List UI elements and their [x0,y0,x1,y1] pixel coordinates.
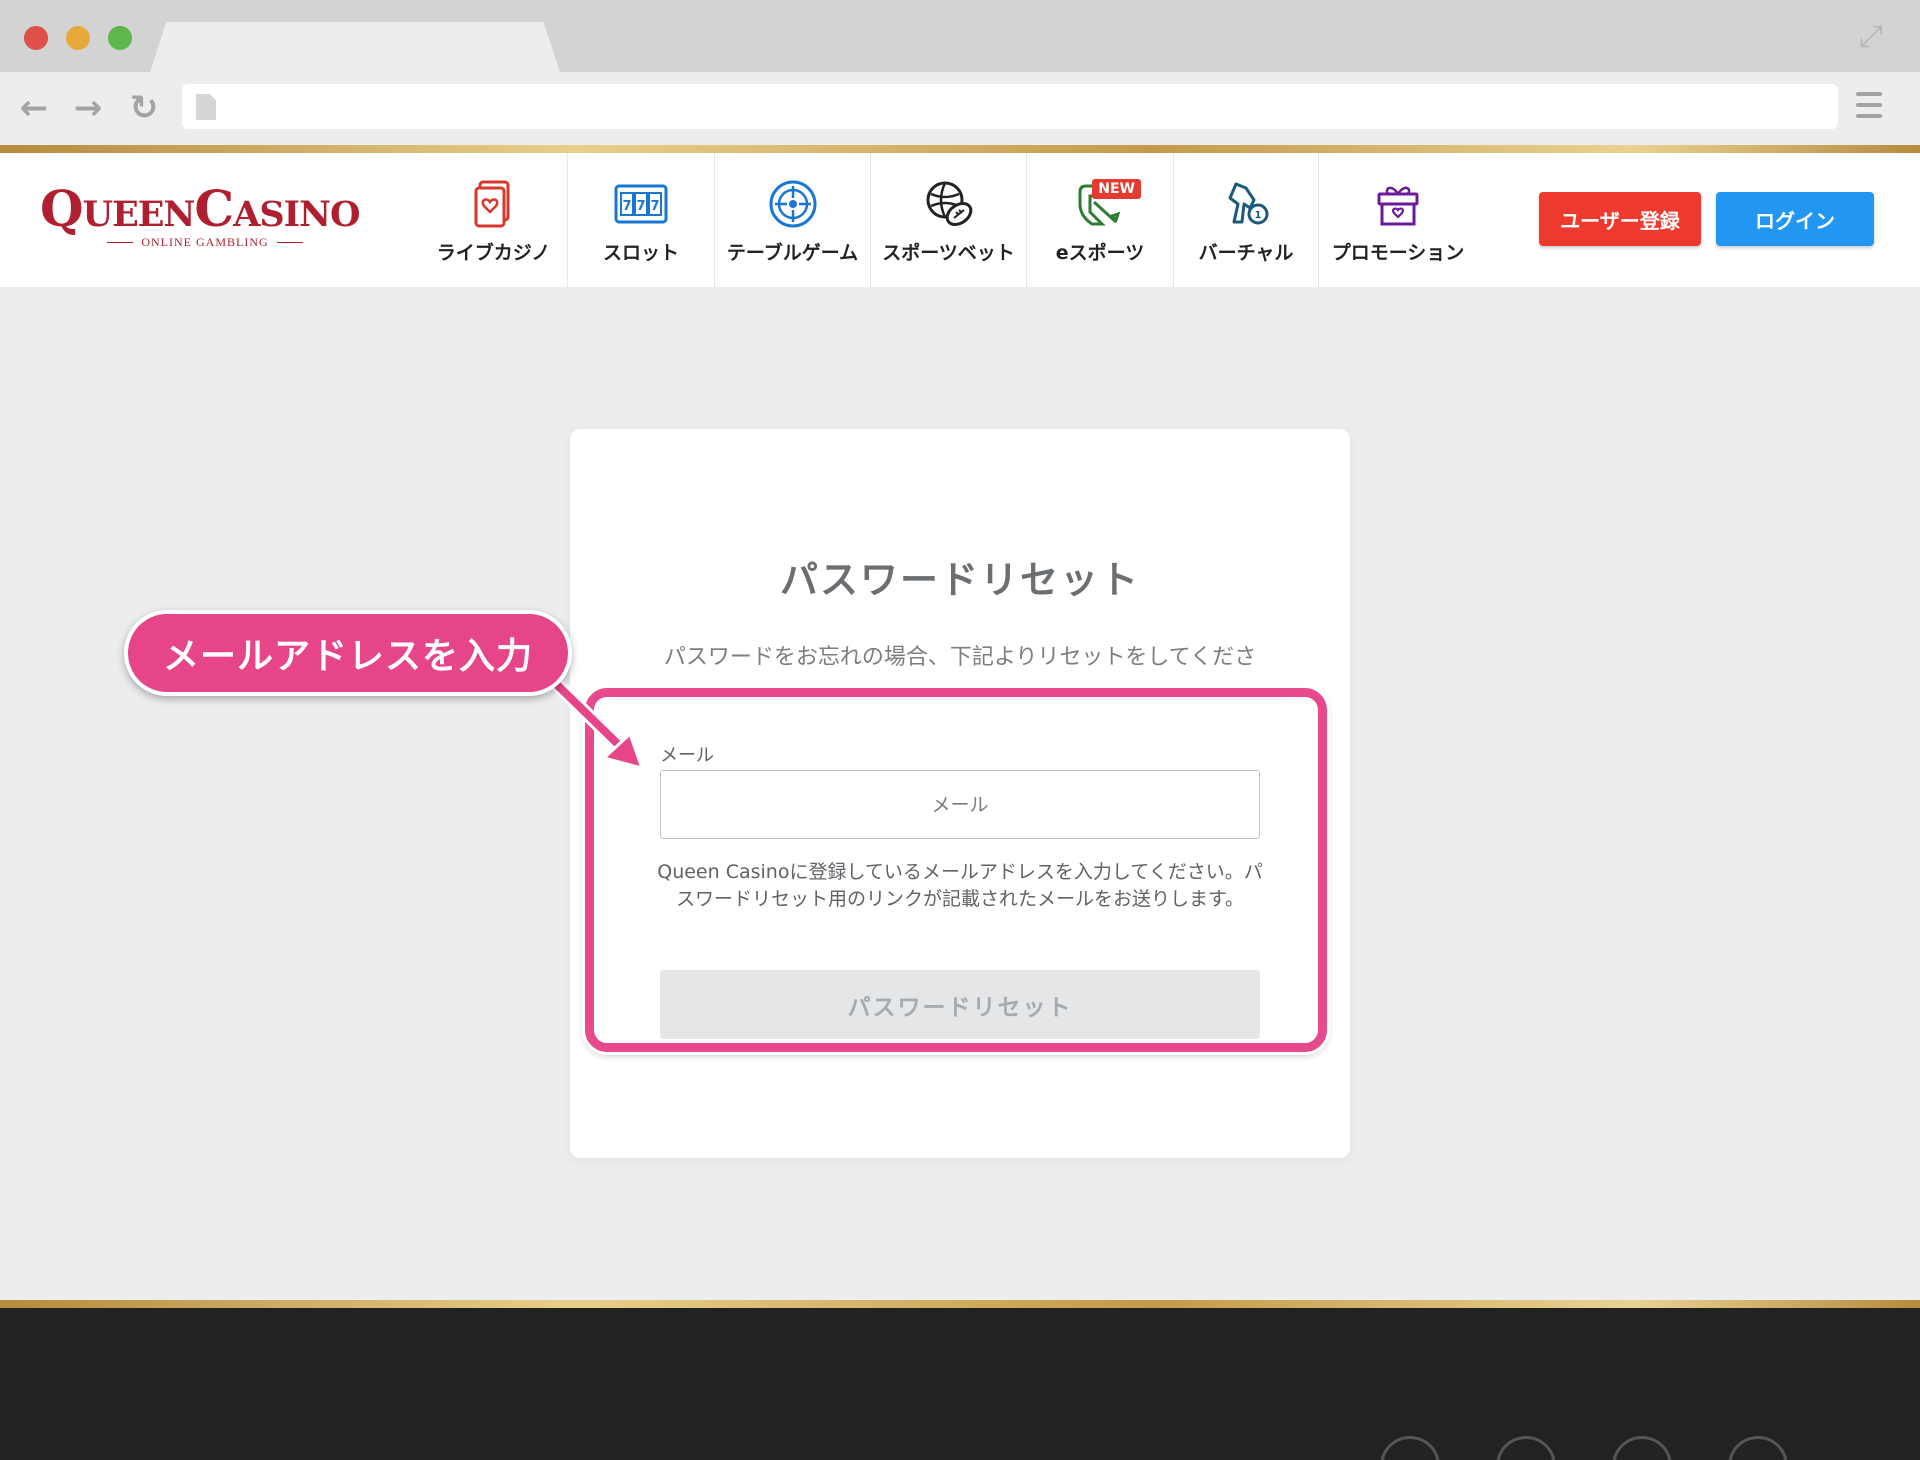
page-title: パスワードリセット [779,558,1140,602]
nav-item-promotion[interactable]: プロモーション [1319,153,1477,287]
logo-text: QueenCasino [40,179,361,238]
browser-chrome: ⤢ ← → ↻ [0,0,1920,145]
browser-tab[interactable] [150,22,560,72]
nav-item-live-casino[interactable]: ライブカジノ [420,153,568,287]
nav-label: ライブカジノ [436,241,551,264]
svg-text:1: 1 [1255,210,1262,221]
footer-gold-line [0,1300,1920,1308]
svg-text:7: 7 [650,199,659,214]
nav-label: プロモーション [1331,241,1465,264]
nav-item-slots[interactable]: 777 スロット [568,153,715,287]
svg-text:7: 7 [636,199,645,214]
site-footer [0,1308,1920,1460]
nav-label: eスポーツ [1055,241,1145,264]
reload-icon[interactable]: ↻ [124,88,164,128]
page-icon [196,94,216,120]
window-controls [24,26,132,50]
card-heart-icon [466,176,522,232]
minimize-window-button[interactable] [66,26,90,50]
fullscreen-icon[interactable]: ⤢ [1854,20,1888,54]
header-gold-line [0,145,1920,153]
footer-icon[interactable] [1380,1436,1440,1460]
annotation-highlight-box [585,688,1327,1052]
new-badge: NEW [1092,179,1141,199]
queen-casino-logo[interactable]: QueenCasino ONLINE GAMBLING [40,181,380,251]
nav-item-esports[interactable]: eスポーツ NEW [1027,153,1174,287]
nav-label: テーブルゲーム [726,241,859,264]
svg-text:7: 7 [622,199,631,214]
close-window-button[interactable] [24,26,48,50]
address-bar[interactable] [182,84,1838,129]
back-arrow-icon[interactable]: ← [14,88,54,128]
site-header: QueenCasino ONLINE GAMBLING ライブカジノ 777 ス… [0,153,1920,287]
annotation-callout: メールアドレスを入力 [124,610,572,696]
maximize-window-button[interactable] [108,26,132,50]
virtual-horse-icon: 1 [1218,176,1274,232]
footer-icon[interactable] [1496,1436,1556,1460]
footer-icon[interactable] [1612,1436,1672,1460]
register-button[interactable]: ユーザー登録 [1539,192,1701,246]
nav-label: スロット [602,241,679,264]
forward-arrow-icon[interactable]: → [68,88,108,128]
roulette-icon [765,176,821,232]
main-nav: ライブカジノ 777 スロット テーブルゲーム スポーツベット eスポーツ NE… [420,153,1477,287]
login-button[interactable]: ログイン [1716,192,1874,246]
browser-menu-icon[interactable] [1856,92,1882,118]
slot-777-icon: 777 [613,176,669,232]
gift-icon [1370,176,1426,232]
nav-label: スポーツベット [882,241,1015,264]
footer-icon[interactable] [1728,1436,1788,1460]
nav-item-table-games[interactable]: テーブルゲーム [715,153,871,287]
footer-icons [1380,1436,1788,1460]
nav-item-virtual[interactable]: 1 バーチャル [1174,153,1319,287]
nav-label: バーチャル [1198,241,1294,264]
nav-item-sports-bet[interactable]: スポーツベット [871,153,1027,287]
reset-description: パスワードをお忘れの場合、下記よりリセットをしてください。 [663,645,1257,670]
sports-ball-icon [921,176,977,232]
